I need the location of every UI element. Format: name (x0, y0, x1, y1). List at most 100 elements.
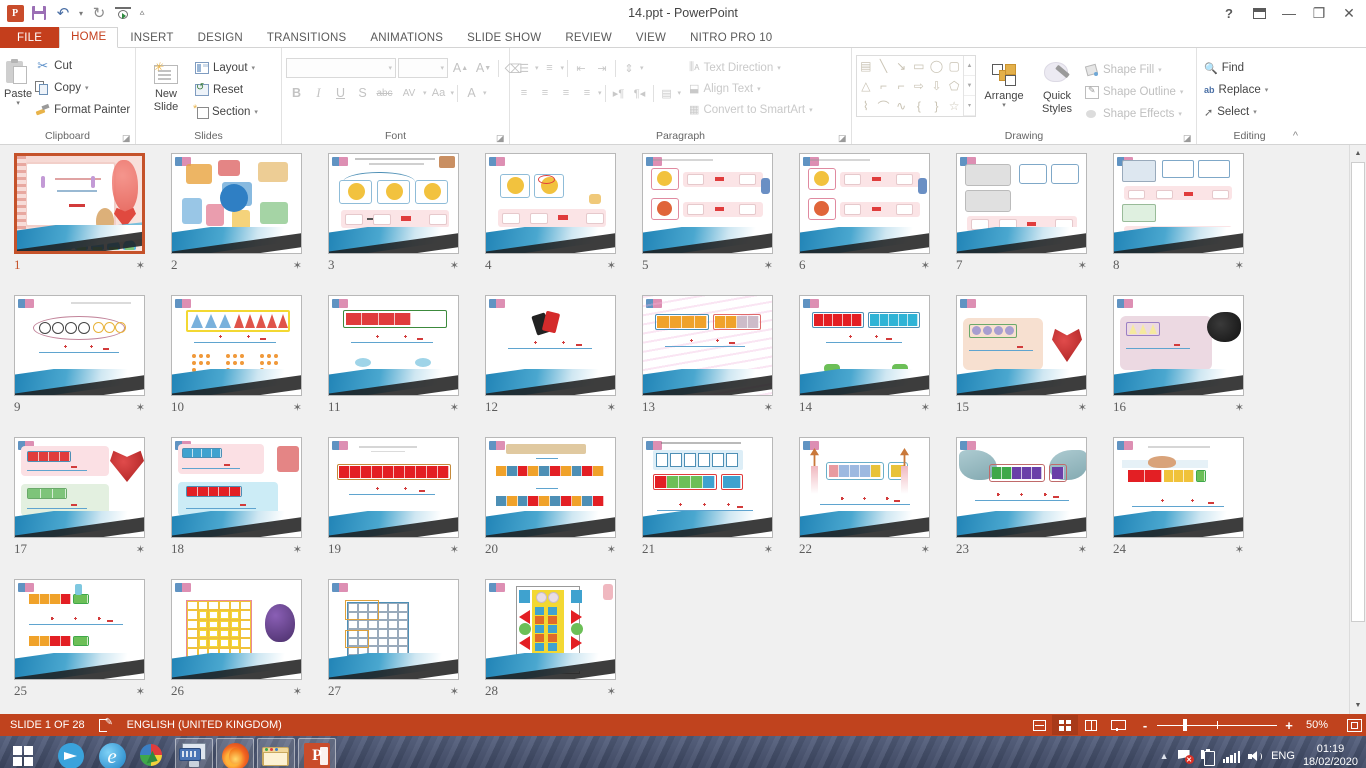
slide-thumbnail[interactable]: 21✶ (642, 437, 799, 579)
language-indicator[interactable]: ENGLISH (UNITED KINGDOM) (127, 719, 282, 731)
shape-rectangle-icon[interactable]: ▭ (910, 56, 928, 76)
slide-preview[interactable] (485, 153, 616, 254)
slide-preview[interactable] (14, 295, 145, 396)
align-left-button[interactable]: ≡ (514, 83, 534, 103)
slide-preview[interactable] (799, 295, 930, 396)
animation-indicator-icon[interactable]: ✶ (136, 543, 145, 556)
shape-right-arrow-icon[interactable]: ⇨ (910, 76, 928, 96)
slide-preview[interactable] (1113, 295, 1244, 396)
shape-elbow-connector-icon[interactable]: ⌐ (875, 76, 893, 96)
tab-view[interactable]: VIEW (624, 28, 678, 48)
redo-icon[interactable]: ↻ (88, 2, 110, 24)
animation-indicator-icon[interactable]: ✶ (921, 259, 930, 272)
change-case-button[interactable]: Aa (428, 83, 450, 104)
slide-thumbnail[interactable]: 2✶ (171, 153, 328, 295)
slide-thumbnail[interactable]: 3✶ (328, 153, 485, 295)
slide-preview[interactable] (799, 153, 930, 254)
slide-thumbnail[interactable]: 25✶ (14, 579, 171, 714)
animation-indicator-icon[interactable]: ✶ (764, 401, 773, 414)
arrange-button[interactable]: Arrange ▾ (976, 55, 1032, 109)
slide-thumbnail[interactable]: 16✶ (1113, 295, 1270, 437)
tab-transitions[interactable]: TRANSITIONS (255, 28, 359, 48)
zoom-out-button[interactable]: - (1140, 719, 1150, 732)
slide-thumbnail[interactable]: 12✶ (485, 295, 642, 437)
slide-thumbnail[interactable]: 18✶ (171, 437, 328, 579)
shape-left-brace-icon[interactable]: { (910, 96, 928, 116)
animation-indicator-icon[interactable]: ✶ (607, 543, 616, 556)
copy-dropdown-icon[interactable]: ▾ (85, 84, 89, 92)
tab-insert[interactable]: INSERT (118, 28, 185, 48)
shapes-more[interactable]: ▾ (964, 96, 975, 116)
animation-indicator-icon[interactable]: ✶ (1078, 401, 1087, 414)
tab-review[interactable]: REVIEW (553, 28, 624, 48)
slide-thumbnail[interactable]: 19✶ (328, 437, 485, 579)
animation-indicator-icon[interactable]: ✶ (293, 401, 302, 414)
drawing-dialog-launcher[interactable]: ◪ (1183, 133, 1193, 143)
animation-indicator-icon[interactable]: ✶ (293, 259, 302, 272)
convert-to-smartart-button[interactable]: ▦ Convert to SmartArt ▾ (689, 99, 815, 120)
shapes-scroll-up[interactable]: ▲ (964, 56, 975, 76)
animation-indicator-icon[interactable]: ✶ (607, 259, 616, 272)
slide-preview[interactable] (485, 579, 616, 680)
zoom-in-button[interactable]: + (1284, 719, 1294, 732)
slide-thumbnail[interactable]: 20✶ (485, 437, 642, 579)
shape-star-icon[interactable]: ☆ (945, 96, 963, 116)
justify-button[interactable]: ≡ (577, 83, 597, 103)
language-code[interactable]: ENG (1271, 750, 1295, 762)
animation-indicator-icon[interactable]: ✶ (450, 259, 459, 272)
paste-button[interactable]: Paste ▾ (4, 51, 32, 107)
underline-button[interactable]: U (330, 83, 351, 104)
slide-thumbnail[interactable]: 6✶ (799, 153, 956, 295)
slide-preview[interactable] (1113, 153, 1244, 254)
increase-font-size-button[interactable]: A▲ (450, 58, 471, 79)
view-slide-show-button[interactable] (1104, 715, 1130, 735)
copy-button[interactable]: Copy ▾ (32, 77, 133, 99)
align-right-button[interactable]: ≡ (556, 83, 576, 103)
animation-indicator-icon[interactable]: ✶ (764, 543, 773, 556)
zoom-slider-handle[interactable] (1183, 719, 1187, 731)
slide-preview[interactable] (171, 579, 302, 680)
shape-oval-icon[interactable]: ◯ (928, 56, 946, 76)
tab-home[interactable]: HOME (59, 27, 118, 48)
slide-thumbnail[interactable]: 17✶ (14, 437, 171, 579)
slide-preview[interactable] (171, 153, 302, 254)
shape-scribble-icon[interactable]: ⌇ (857, 96, 875, 116)
slide-thumbnail[interactable]: 5✶ (642, 153, 799, 295)
undo-dropdown-icon[interactable]: ▾ (76, 2, 86, 24)
spellcheck-icon[interactable] (99, 719, 113, 731)
animation-indicator-icon[interactable]: ✶ (1078, 259, 1087, 272)
undo-icon[interactable]: ↶ (52, 2, 74, 24)
increase-indent-button[interactable]: ⇥ (592, 58, 612, 78)
new-slide-button[interactable]: ✳ New Slide (140, 51, 192, 113)
rtl-direction-button[interactable]: ¶◂ (630, 83, 650, 103)
shape-curve-icon[interactable]: ∿ (892, 96, 910, 116)
ltr-direction-button[interactable]: ▸¶ (609, 83, 629, 103)
slide-preview[interactable] (171, 437, 302, 538)
text-shadow-button[interactable]: S (352, 83, 373, 104)
tab-nitro-pro[interactable]: NITRO PRO 10 (678, 28, 784, 48)
shapes-scroll-down[interactable]: ▼ (964, 76, 975, 96)
slide-thumbnail[interactable]: 26✶ (171, 579, 328, 714)
columns-button[interactable]: ▤ (657, 83, 677, 103)
scroll-down-button[interactable]: ▼ (1350, 697, 1366, 714)
animation-indicator-icon[interactable]: ✶ (1235, 401, 1244, 414)
save-icon[interactable] (28, 2, 50, 24)
shape-elbow-arrow-icon[interactable]: ⌐ (892, 76, 910, 96)
italic-button[interactable]: I (308, 83, 329, 104)
cut-button[interactable]: ✂ Cut (32, 55, 133, 77)
align-center-button[interactable]: ≡ (535, 83, 555, 103)
slide-thumbnail[interactable]: 27✶ (328, 579, 485, 714)
slide-thumbnail[interactable]: 28✶ (485, 579, 642, 714)
slide-preview[interactable] (328, 153, 459, 254)
battery-icon[interactable] (1201, 749, 1215, 764)
shape-down-arrow-icon[interactable]: ⇩ (928, 76, 946, 96)
taskbar-remote-desktop[interactable] (175, 738, 213, 768)
character-spacing-button[interactable]: AV (396, 83, 422, 104)
ribbon-display-options-icon[interactable] (1244, 1, 1274, 25)
tab-slide-show[interactable]: SLIDE SHOW (455, 28, 553, 48)
slide-preview[interactable] (642, 295, 773, 396)
animation-indicator-icon[interactable]: ✶ (764, 259, 773, 272)
bold-button[interactable]: B (286, 83, 307, 104)
slide-thumbnail[interactable]: 4✶ (485, 153, 642, 295)
animation-indicator-icon[interactable]: ✶ (921, 543, 930, 556)
